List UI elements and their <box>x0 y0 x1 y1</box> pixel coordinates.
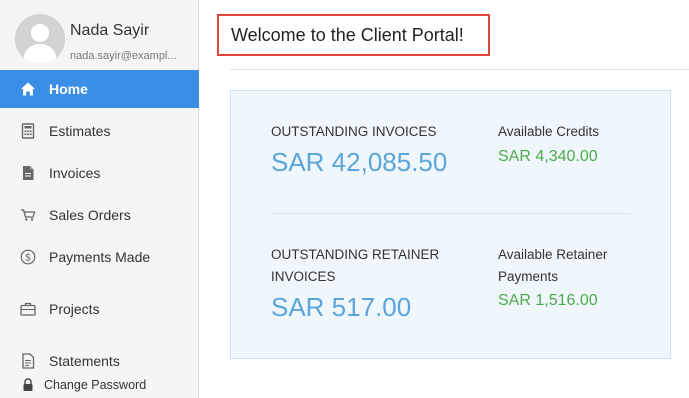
sidebar-item-label: Statements <box>49 353 120 369</box>
sidebar-item-label: Change Password <box>44 378 147 392</box>
document-icon <box>20 165 36 181</box>
sidebar-item-label: Payments Made <box>49 249 151 265</box>
sidebar-item-payments-made[interactable]: $ Payments Made <box>0 238 199 276</box>
sidebar-item-sales-orders[interactable]: Sales Orders <box>0 196 199 234</box>
sidebar-item-label: Sales Orders <box>49 207 131 223</box>
header-divider <box>230 69 689 70</box>
retainer-invoices-label-line2: INVOICES <box>271 269 336 284</box>
svg-text:$: $ <box>25 253 31 264</box>
page-title: Welcome to the Client Portal! <box>217 14 490 56</box>
sidebar-item-home[interactable]: Home <box>0 70 199 108</box>
summary-card: OUTSTANDING INVOICES SAR 42,085.50 Avail… <box>230 90 671 359</box>
retainer-payments-label-line2: Payments <box>498 269 559 284</box>
calculator-icon <box>20 123 36 139</box>
main-content: Welcome to the Client Portal! OUTSTANDIN… <box>200 0 689 398</box>
lock-icon <box>20 377 36 393</box>
home-icon <box>20 81 36 97</box>
statement-icon <box>20 353 36 369</box>
sidebar-item-label: Home <box>49 81 88 97</box>
sidebar-item-label: Projects <box>49 301 100 317</box>
sidebar-item-projects[interactable]: Projects <box>0 290 199 328</box>
sidebar-item-label: Invoices <box>49 165 101 181</box>
dollar-circle-icon: $ <box>20 249 36 265</box>
available-credits-amount[interactable]: SAR 4,340.00 <box>498 148 598 166</box>
briefcase-icon <box>20 301 36 317</box>
outstanding-invoices-label: OUTSTANDING INVOICES <box>271 124 437 139</box>
outstanding-invoices-amount[interactable]: SAR 42,085.50 <box>271 147 447 178</box>
sidebar-item-estimates[interactable]: Estimates <box>0 112 199 150</box>
user-email: nada.sayir@exampl... <box>70 50 177 62</box>
user-profile: Nada Sayir nada.sayir@exampl... <box>0 0 198 69</box>
sidebar-item-invoices[interactable]: Invoices <box>0 154 199 192</box>
sidebar: Nada Sayir nada.sayir@exampl... Home Est… <box>0 0 199 398</box>
available-credits-label: Available Credits <box>498 124 600 139</box>
retainer-payments-label-line1: Available Retainer <box>498 247 608 262</box>
sidebar-item-label: Estimates <box>49 123 111 139</box>
retainer-invoices-amount[interactable]: SAR 517.00 <box>271 292 411 323</box>
cart-icon <box>20 207 36 223</box>
sidebar-item-change-password[interactable]: Change Password <box>0 374 199 396</box>
user-name: Nada Sayir <box>70 22 150 39</box>
avatar[interactable] <box>15 14 65 64</box>
retainer-payments-amount[interactable]: SAR 1,516.00 <box>498 292 598 310</box>
retainer-invoices-label-line1: OUTSTANDING RETAINER <box>271 247 440 262</box>
card-divider <box>271 213 630 214</box>
